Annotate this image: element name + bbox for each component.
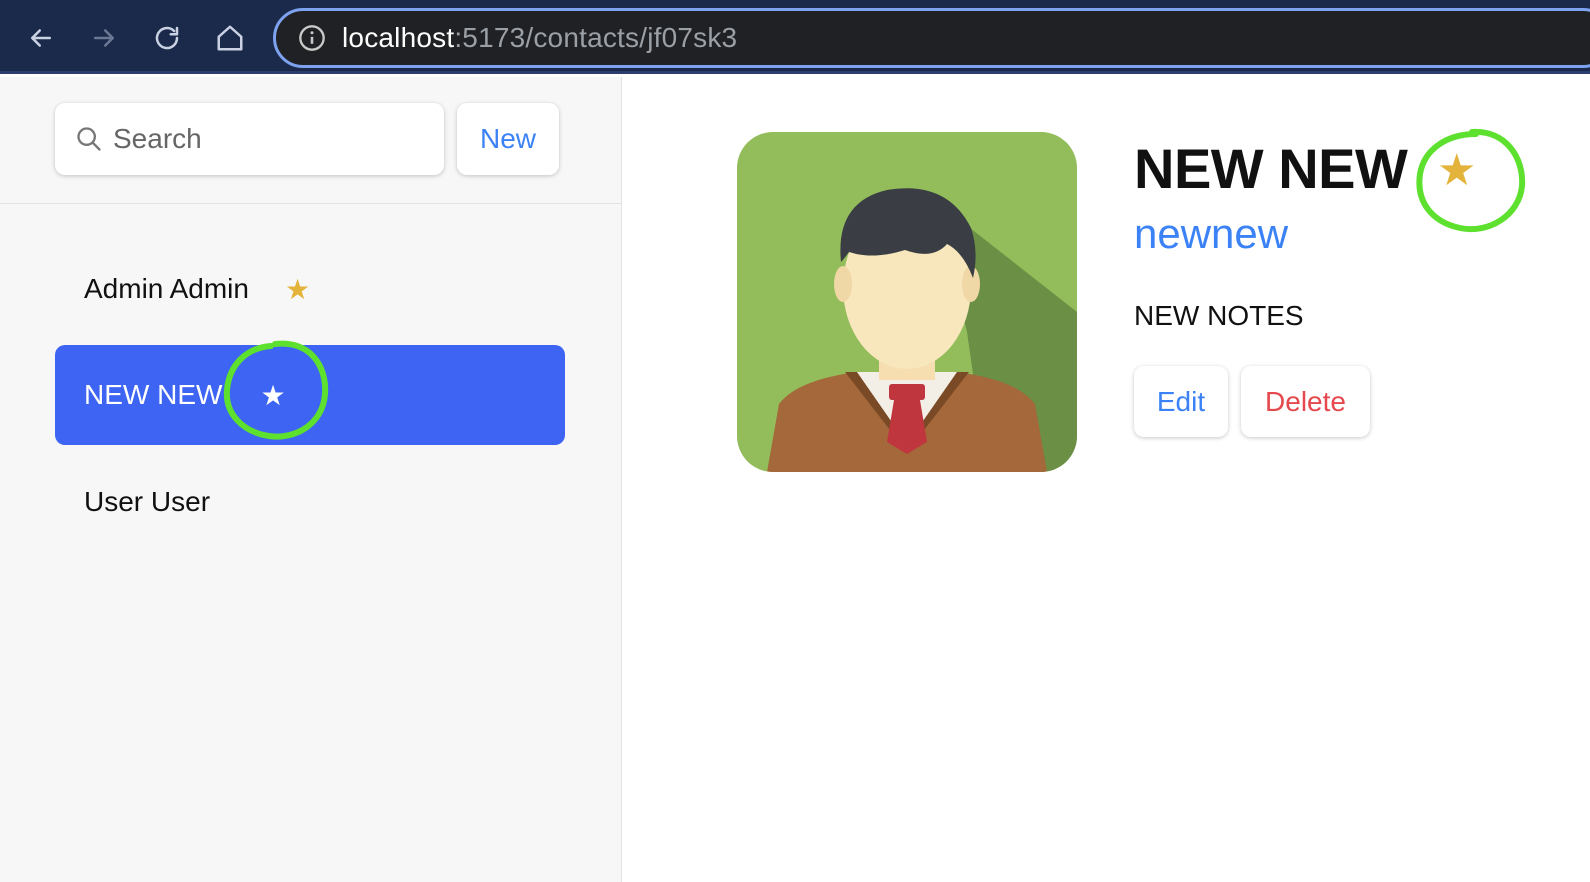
edit-button[interactable]: Edit xyxy=(1134,366,1228,437)
forward-arrow-icon[interactable] xyxy=(84,18,124,58)
contact-avatar xyxy=(737,132,1077,472)
sidebar-header: New xyxy=(0,77,621,204)
back-arrow-icon[interactable] xyxy=(21,18,61,58)
contact-item-user-user[interactable]: User User xyxy=(55,452,565,552)
url-text: localhost:5173/contacts/jf07sk3 xyxy=(342,22,738,53)
contact-name-heading: NEW NEW xyxy=(1134,137,1408,200)
home-icon[interactable] xyxy=(210,18,250,58)
search-box[interactable] xyxy=(55,103,444,175)
search-input[interactable] xyxy=(113,123,413,155)
contact-handle-link[interactable]: newnew xyxy=(1134,210,1288,258)
contact-name: User User xyxy=(84,486,211,517)
delete-button[interactable]: Delete xyxy=(1241,366,1370,437)
contact-name: Admin Admin xyxy=(84,273,249,304)
contact-item-admin-admin[interactable]: Admin Admin ★ xyxy=(55,239,565,339)
favorite-star-button[interactable]: ★ xyxy=(1437,145,1476,196)
contact-item-new-new[interactable]: NEW NEW ★ xyxy=(55,345,565,445)
browser-toolbar: localhost:5173/contacts/jf07sk3 xyxy=(0,0,1590,74)
person-avatar-image xyxy=(737,132,1077,472)
favorite-star-icon: ★ xyxy=(284,273,311,305)
favorite-star-icon: ★ xyxy=(260,379,286,411)
new-contact-button[interactable]: New xyxy=(457,103,559,175)
contact-name: NEW NEW xyxy=(84,379,223,410)
contact-notes: NEW NOTES xyxy=(1134,300,1304,331)
reload-icon[interactable] xyxy=(147,18,187,58)
search-icon xyxy=(77,127,101,151)
info-icon[interactable] xyxy=(298,24,326,52)
sidebar: New Admin Admin ★ NEW NEW ★ User User xyxy=(0,77,622,882)
address-bar[interactable]: localhost:5173/contacts/jf07sk3 xyxy=(273,8,1590,68)
